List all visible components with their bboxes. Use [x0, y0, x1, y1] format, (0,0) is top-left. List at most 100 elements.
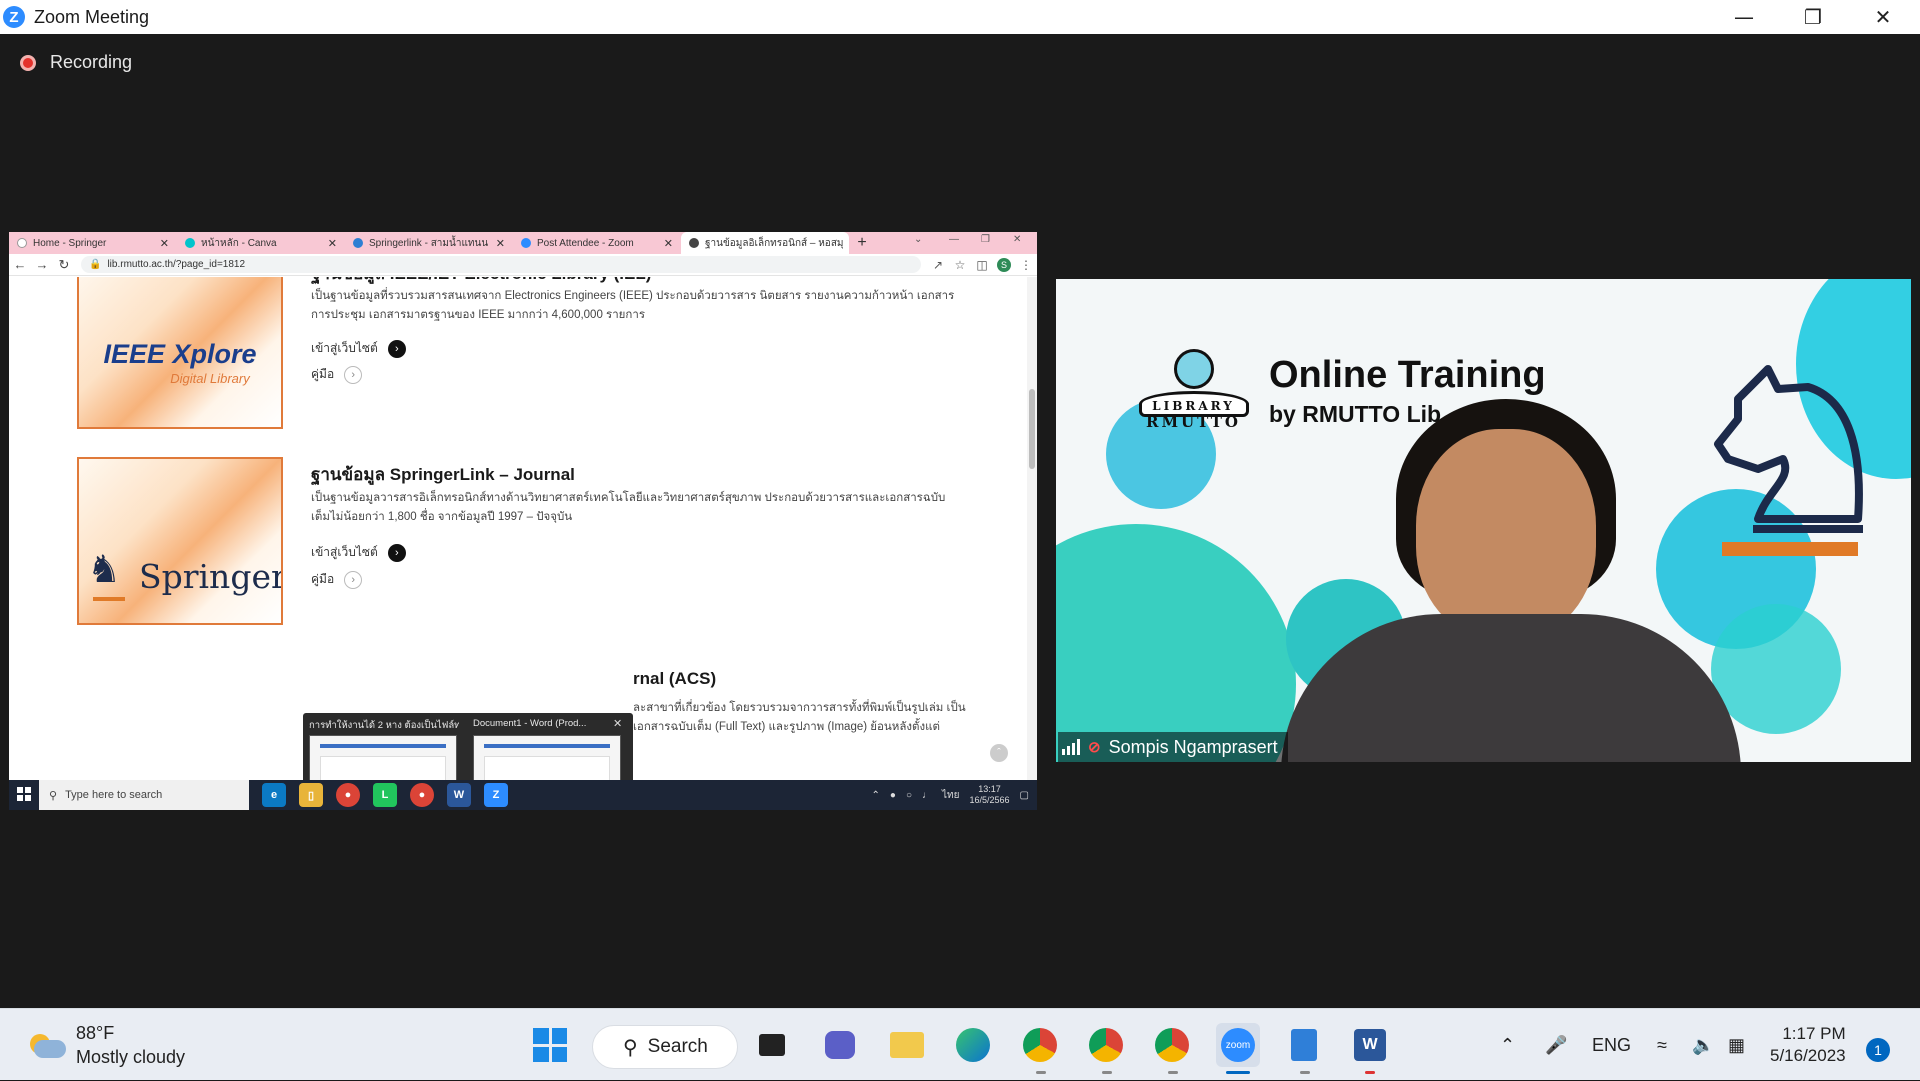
tab-search-icon[interactable]: ⌄ — [914, 234, 922, 245]
logo-main-text: Springer — [139, 557, 283, 596]
word-taskbar-icon[interactable]: W — [1348, 1023, 1392, 1067]
weather-temp: 88°F — [76, 1023, 115, 1043]
battery-icon[interactable]: ▦ — [1728, 1009, 1745, 1081]
chrome-profile-icon[interactable]: ● — [410, 783, 434, 807]
microphone-icon[interactable]: ● — [890, 790, 896, 801]
manual-label: คู่มือ — [311, 572, 335, 586]
chrome-icon[interactable] — [1150, 1023, 1194, 1067]
language-indicator[interactable]: ไทย — [942, 788, 959, 803]
running-indicator — [1102, 1071, 1112, 1074]
weather-widget[interactable]: 88°F Mostly cloudy — [28, 1021, 185, 1069]
microphone-icon[interactable]: 🎤 — [1545, 1009, 1567, 1081]
clock-time: 1:17 PM — [1782, 1024, 1846, 1043]
running-indicator — [1300, 1071, 1310, 1074]
manual-link[interactable]: คู่มือ › — [311, 365, 363, 384]
recording-indicator[interactable]: Recording — [20, 52, 132, 73]
notification-icon[interactable]: ▢ — [1020, 790, 1029, 801]
volume-muted-icon[interactable]: 🔈 — [1692, 1009, 1714, 1081]
entry-description: เป็นฐานข้อมูลที่รวบรวมสารสนเทศจาก Electr… — [311, 290, 955, 321]
browser-tab[interactable]: Springerlink - สามน้ำแทนน ✕ — [345, 232, 513, 254]
edge-icon[interactable] — [951, 1023, 995, 1067]
browser-tab[interactable]: Home - Springer ✕ — [9, 232, 177, 254]
arrow-right-icon: › — [344, 570, 363, 589]
preview-close-icon[interactable]: ✕ — [613, 717, 622, 730]
video-banner-title: Online Training — [1269, 354, 1546, 396]
browser-restore-button[interactable]: ❐ — [981, 234, 990, 245]
chrome-icon[interactable]: ● — [336, 783, 360, 807]
logo-line2: RMUTTO — [1145, 413, 1241, 431]
page-scrollbar[interactable] — [1027, 277, 1037, 810]
close-tab-icon[interactable]: ✕ — [664, 237, 673, 250]
network-icon[interactable]: ○ — [906, 790, 912, 801]
browser-minimize-button[interactable]: — — [949, 234, 959, 245]
logo-main-text: IEEE Xplore — [103, 339, 257, 369]
manual-link[interactable]: คู่มือ › — [311, 570, 363, 589]
entry-title: rnal (ACS) — [633, 669, 717, 688]
taskbar-search-button[interactable]: ⚲ Search — [592, 1025, 738, 1069]
visit-label: เข้าสู่เว็บไซต์ — [311, 341, 378, 355]
notepad-icon[interactable] — [1282, 1023, 1326, 1067]
visit-site-link[interactable]: เข้าสู่เว็บไซต์ › — [311, 339, 406, 358]
shared-clock[interactable]: 13:17 16/5/2566 — [970, 784, 1010, 806]
kebab-menu-icon[interactable]: ⋮ — [1015, 258, 1037, 272]
word-icon[interactable]: W — [447, 783, 471, 807]
task-view-icon[interactable] — [750, 1023, 794, 1067]
chevron-up-icon[interactable]: ⌃ — [872, 790, 880, 801]
minimize-button[interactable]: — — [1709, 0, 1779, 34]
line-icon[interactable]: L — [373, 783, 397, 807]
lock-icon: 🔒 — [89, 259, 102, 270]
forward-icon[interactable]: → — [31, 257, 53, 272]
springerlink-favicon-icon — [353, 238, 363, 248]
profile-avatar[interactable]: S — [993, 257, 1015, 272]
side-panel-icon[interactable]: ◫ — [971, 258, 993, 272]
close-tab-icon[interactable]: ✕ — [160, 237, 169, 250]
chrome-profile-p-icon[interactable] — [1018, 1023, 1062, 1067]
shared-search-box[interactable]: ⚲ Type here to search — [39, 780, 249, 810]
new-tab-button[interactable]: + — [849, 232, 875, 254]
zoom-favicon-icon — [521, 238, 531, 248]
participant-video[interactable]: LIBRARY RMUTTO Online Training by RMUTTO… — [1056, 279, 1911, 762]
video-banner-subtitle: by RMUTTO Lib — [1269, 401, 1442, 427]
back-icon[interactable]: ← — [9, 257, 31, 272]
chrome-profile-icon[interactable] — [1084, 1023, 1128, 1067]
search-icon: ⚲ — [49, 789, 58, 802]
canva-favicon-icon — [185, 238, 195, 248]
share-icon[interactable]: ↗ — [927, 258, 949, 272]
restore-button[interactable]: ❐ — [1778, 0, 1848, 34]
springer-logo[interactable]: ♞ Springer — [77, 457, 283, 625]
signal-strength-icon — [1062, 739, 1080, 755]
wifi-icon[interactable]: ≈ — [1657, 1009, 1667, 1081]
file-explorer-icon[interactable] — [885, 1023, 929, 1067]
browser-tab[interactable]: Post Attendee - Zoom ✕ — [513, 232, 681, 254]
running-indicator — [1365, 1071, 1375, 1074]
zoom-taskbar-icon[interactable]: zoom — [1216, 1023, 1260, 1067]
language-indicator[interactable]: ENG — [1592, 1009, 1631, 1081]
browser-tab-active[interactable]: ฐานข้อมูลอิเล็กทรอนิกส์ – หอสมุ ✕ — [681, 232, 849, 254]
reload-icon[interactable]: ↻ — [53, 257, 75, 273]
file-explorer-icon[interactable]: ▯ — [299, 783, 323, 807]
scrollbar-thumb[interactable] — [1029, 389, 1035, 469]
browser-close-button[interactable]: ✕ — [1013, 234, 1021, 245]
zoom-logo-icon: Z — [3, 6, 25, 28]
tray-overflow-chevron[interactable]: ⌃ — [1500, 1009, 1515, 1081]
close-tab-icon[interactable]: ✕ — [496, 237, 505, 250]
windows-start-icon[interactable] — [17, 787, 31, 801]
volume-icon[interactable]: ♩ — [922, 790, 932, 801]
close-tab-icon[interactable]: ✕ — [328, 237, 337, 250]
lightbulb-icon — [1173, 349, 1214, 389]
notification-badge[interactable]: 1 — [1866, 1038, 1890, 1062]
browser-tab[interactable]: หน้าหลัก - Canva ✕ — [177, 232, 345, 254]
ieee-logo[interactable]: IEEE Xplore Digital Library — [77, 277, 283, 429]
windows-start-button[interactable] — [528, 1023, 572, 1067]
scroll-to-top-button[interactable]: ˆ — [990, 744, 1008, 762]
teams-chat-icon[interactable] — [818, 1023, 862, 1067]
edge-icon[interactable]: e — [262, 783, 286, 807]
url-field[interactable]: 🔒 lib.rmutto.ac.th/?page_id=1812 — [81, 256, 921, 273]
bookmark-star-icon[interactable]: ☆ — [949, 258, 971, 272]
system-clock[interactable]: 1:17 PM 5/16/2023 — [1770, 1023, 1846, 1067]
participant-name-tag: ⊘ Sompis Ngamprasert — [1058, 732, 1288, 762]
visit-site-link[interactable]: เข้าสู่เว็บไซต์ › — [311, 543, 406, 562]
close-button[interactable]: ✕ — [1848, 0, 1918, 34]
url-text: lib.rmutto.ac.th/?page_id=1812 — [107, 259, 246, 270]
zoom-icon[interactable]: Z — [484, 783, 508, 807]
